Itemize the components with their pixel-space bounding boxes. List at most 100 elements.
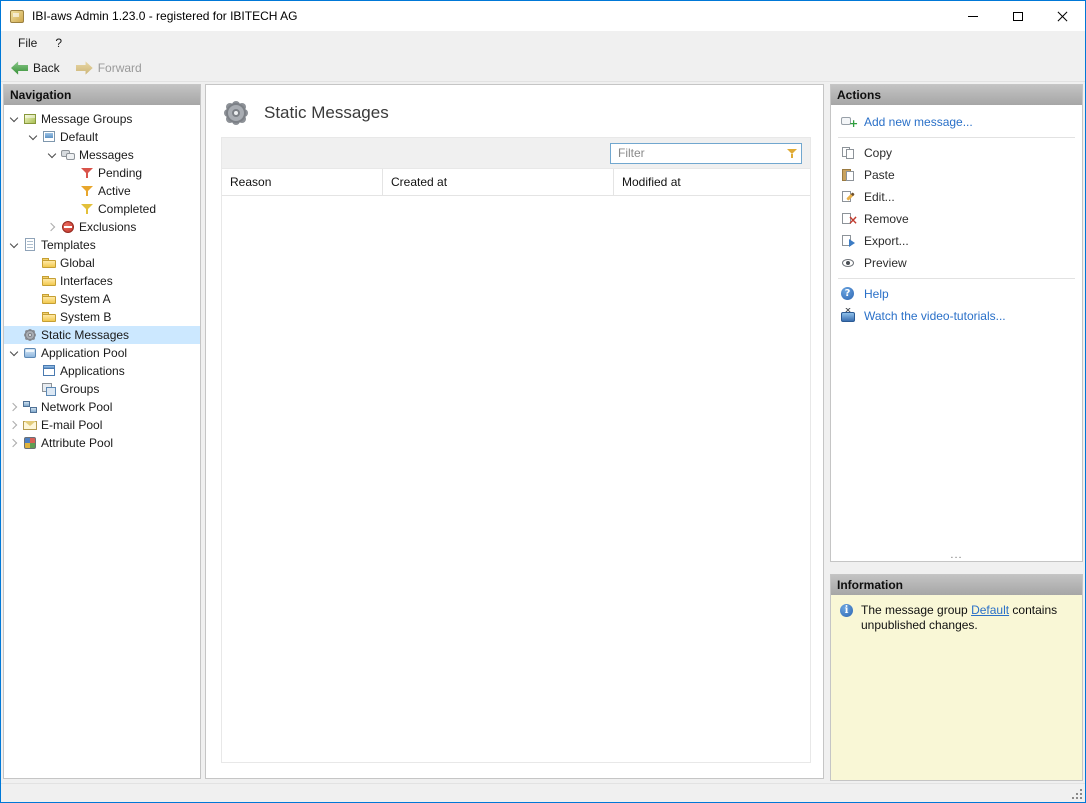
- tree-item-label: Templates: [41, 238, 96, 252]
- default-group-link[interactable]: Default: [971, 603, 1009, 617]
- tree-item-static-messages[interactable]: Static Messages: [4, 326, 200, 344]
- tree-item-system-a[interactable]: System A: [4, 290, 200, 308]
- tree-item-label: Message Groups: [41, 112, 132, 126]
- actions-panel: Actions Add new message... Copy Paste Edit.…: [830, 84, 1083, 562]
- folder-icon: [41, 291, 57, 307]
- action-edit[interactable]: Edit...: [831, 186, 1082, 208]
- tree-item-default[interactable]: Default: [4, 128, 200, 146]
- chevron-expanded-icon[interactable]: [44, 147, 60, 163]
- tree-item-attribute-pool[interactable]: Attribute Pool: [4, 434, 200, 452]
- copy-icon: [840, 145, 856, 161]
- tree-item-pending[interactable]: Pending: [4, 164, 200, 182]
- info-icon: [839, 603, 855, 619]
- menu-item-help[interactable]: ?: [46, 33, 71, 53]
- tree-item-label: Static Messages: [41, 328, 129, 342]
- action-label: Paste: [864, 168, 895, 182]
- menu-item-file[interactable]: File: [9, 33, 46, 53]
- action-remove[interactable]: Remove: [831, 208, 1082, 230]
- chevron-expanded-icon[interactable]: [6, 237, 22, 253]
- actions-separator: [838, 278, 1075, 279]
- static-messages-gear-icon: [220, 97, 252, 129]
- edit-icon: [840, 189, 856, 205]
- title-bar: IBI-aws Admin 1.23.0 - registered for IB…: [1, 1, 1085, 31]
- tree-item-label: Interfaces: [60, 274, 113, 288]
- exclusions-icon: [60, 219, 76, 235]
- tree-item-e-mail-pool[interactable]: E-mail Pool: [4, 416, 200, 434]
- video-tutorials-icon: [840, 308, 856, 324]
- attribute-pool-icon: [22, 435, 38, 451]
- tree-item-network-pool[interactable]: Network Pool: [4, 398, 200, 416]
- application-pool-icon: [22, 345, 38, 361]
- actions-panel-header: Actions: [831, 85, 1082, 105]
- tree-item-messages[interactable]: Messages: [4, 146, 200, 164]
- tree-item-exclusions[interactable]: Exclusions: [4, 218, 200, 236]
- action-copy[interactable]: Copy: [831, 142, 1082, 164]
- help-icon: [840, 286, 856, 302]
- messages-table: ReasonCreated atModified at: [221, 137, 811, 763]
- page-title-icon-wrap: [218, 96, 254, 130]
- funnel-active-icon: [79, 183, 95, 199]
- action-help[interactable]: Help: [831, 283, 1082, 305]
- minimize-button[interactable]: [950, 1, 995, 31]
- chevron-collapsed-icon[interactable]: [6, 399, 22, 415]
- action-watch-the-video-tutorials[interactable]: Watch the video-tutorials...: [831, 305, 1082, 327]
- tree-item-applications[interactable]: Applications: [4, 362, 200, 380]
- chevron-expanded-icon[interactable]: [6, 111, 22, 127]
- chevron-collapsed-icon[interactable]: [6, 435, 22, 451]
- chevron-spacer: [25, 381, 41, 397]
- action-label: Remove: [864, 212, 909, 226]
- chevron-expanded-icon[interactable]: [6, 345, 22, 361]
- tree-item-message-groups[interactable]: Message Groups: [4, 110, 200, 128]
- window-title: IBI-aws Admin 1.23.0 - registered for IB…: [32, 9, 950, 23]
- column-header-created-at[interactable]: Created at: [383, 169, 614, 195]
- action-add-new-message[interactable]: Add new message...: [831, 111, 1082, 133]
- action-label: Copy: [864, 146, 892, 160]
- information-panel-header: Information: [831, 575, 1082, 595]
- navigation-panel: Navigation Message GroupsDefaultMessages…: [3, 84, 201, 779]
- funnel-pending-icon: [79, 165, 95, 181]
- panel-splitter[interactable]: [830, 562, 1083, 574]
- panel-splitter-handle[interactable]: ...: [831, 550, 1082, 560]
- action-export[interactable]: Export...: [831, 230, 1082, 252]
- tree-item-application-pool[interactable]: Application Pool: [4, 344, 200, 362]
- chevron-collapsed-icon[interactable]: [6, 417, 22, 433]
- forward-label: Forward: [98, 61, 142, 75]
- forward-button[interactable]: Forward: [76, 61, 142, 76]
- tree-item-label: Network Pool: [41, 400, 112, 414]
- tree-item-label: System B: [60, 310, 111, 324]
- tree-item-interfaces[interactable]: Interfaces: [4, 272, 200, 290]
- close-button[interactable]: [1040, 1, 1085, 31]
- tree-item-global[interactable]: Global: [4, 254, 200, 272]
- tree-item-groups[interactable]: Groups: [4, 380, 200, 398]
- action-label: Watch the video-tutorials...: [864, 309, 1006, 323]
- actions-list: Add new message... Copy Paste Edit... Remove…: [831, 105, 1082, 327]
- chevron-spacer: [63, 165, 79, 181]
- page-title: Static Messages: [264, 103, 389, 123]
- filter-funnel-icon[interactable]: [784, 145, 800, 161]
- preview-icon: [840, 255, 856, 271]
- tree-item-label: Attribute Pool: [41, 436, 113, 450]
- chevron-spacer: [6, 327, 22, 343]
- tree-item-label: Active: [98, 184, 131, 198]
- add-message-icon: [840, 114, 856, 130]
- content-area: Navigation Message GroupsDefaultMessages…: [1, 82, 1085, 783]
- tree-item-system-b[interactable]: System B: [4, 308, 200, 326]
- tree-item-active[interactable]: Active: [4, 182, 200, 200]
- back-button[interactable]: Back: [11, 61, 60, 76]
- templates-icon: [22, 237, 38, 253]
- chevron-collapsed-icon[interactable]: [44, 219, 60, 235]
- tree-item-templates[interactable]: Templates: [4, 236, 200, 254]
- information-text-before: The message group: [861, 603, 971, 617]
- column-header-modified-at[interactable]: Modified at: [614, 169, 810, 195]
- chevron-expanded-icon[interactable]: [25, 129, 41, 145]
- action-preview[interactable]: Preview: [831, 252, 1082, 274]
- filter-input[interactable]: [610, 143, 802, 164]
- column-header-reason[interactable]: Reason: [222, 169, 383, 195]
- email-pool-icon: [22, 417, 38, 433]
- maximize-button[interactable]: [995, 1, 1040, 31]
- resize-grip[interactable]: [1071, 788, 1083, 800]
- tree-item-completed[interactable]: Completed: [4, 200, 200, 218]
- groups-icon: [41, 381, 57, 397]
- action-paste[interactable]: Paste: [831, 164, 1082, 186]
- chevron-spacer: [63, 201, 79, 217]
